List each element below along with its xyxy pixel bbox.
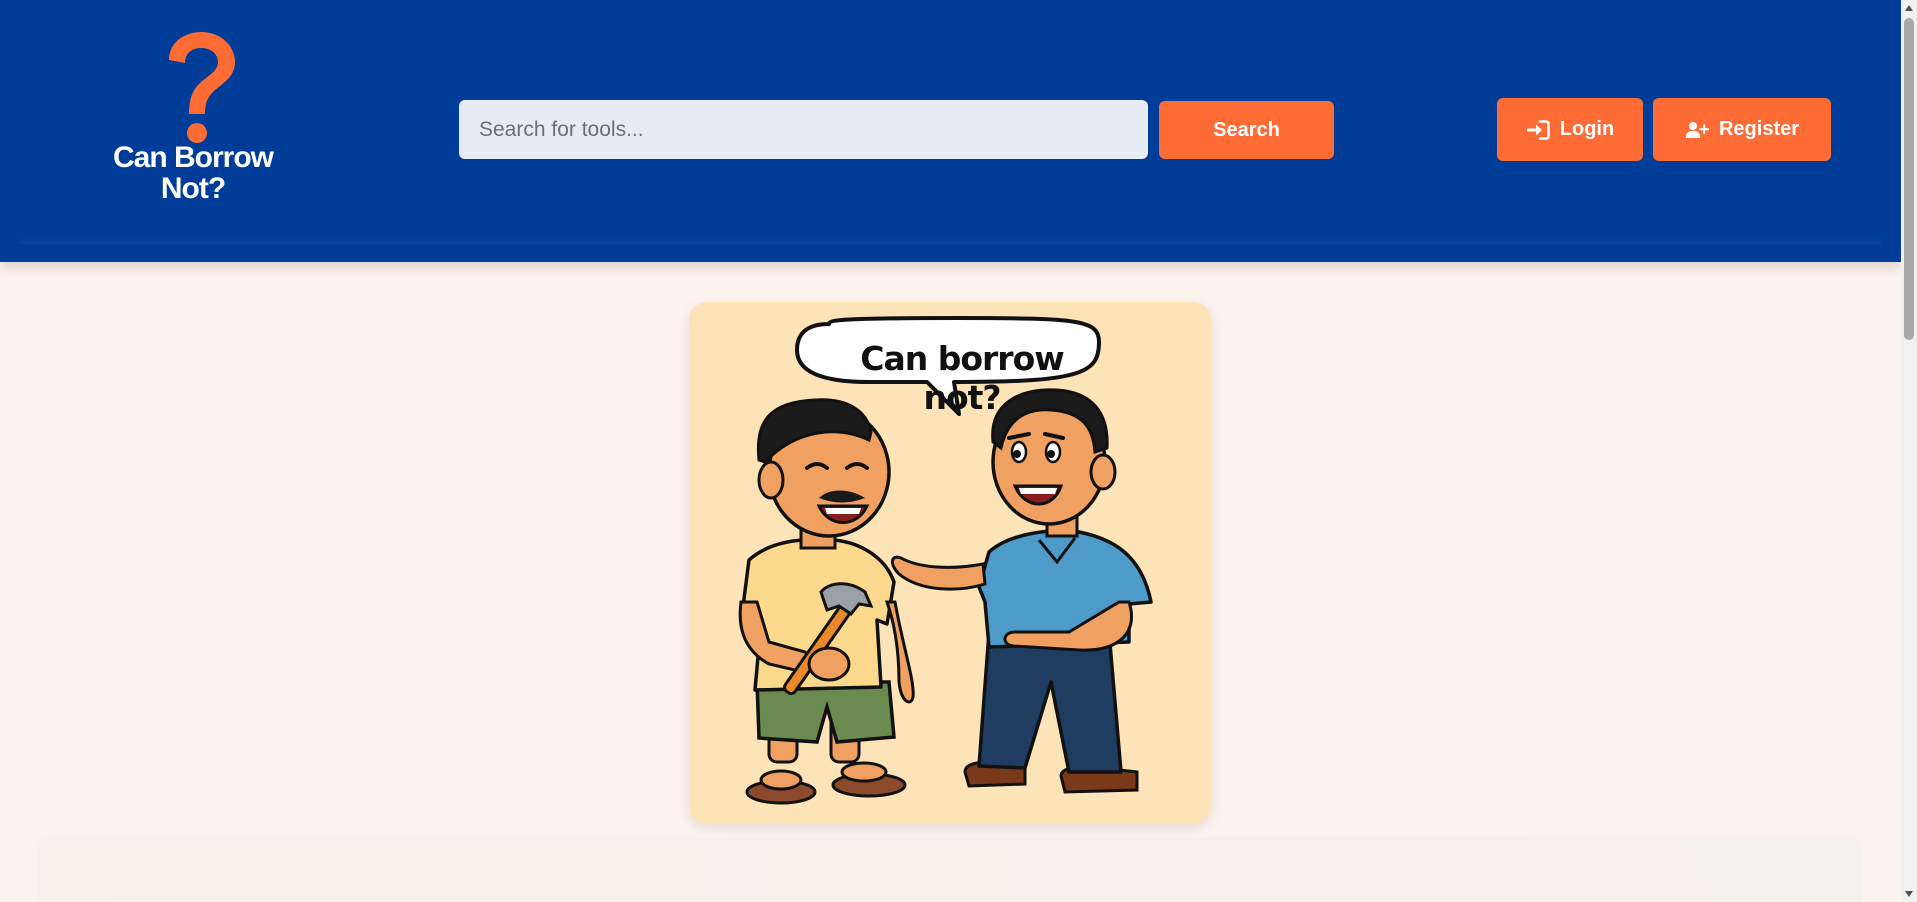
user-plus-icon [1685,121,1709,138]
scroll-thumb[interactable] [1904,18,1914,340]
register-button[interactable]: Register [1653,98,1831,161]
register-label: Register [1718,118,1800,140]
site-header: Can Borrow Not? Search Login Register [0,0,1901,262]
logo-line-1: Can Borrow [112,141,274,174]
site-logo[interactable]: Can Borrow Not? [100,30,286,210]
login-label: Login [1559,118,1615,140]
question-mark-icon [169,32,235,143]
hero-illustration: Can borrow not? [689,302,1211,824]
search-input[interactable] [459,100,1148,159]
login-button[interactable]: Login [1497,98,1643,161]
sign-in-icon [1526,119,1550,140]
scroll-up-arrow-icon[interactable] [1901,0,1917,16]
search-button-label: Search [1213,118,1280,141]
search-button[interactable]: Search [1159,101,1334,159]
logo-wordmark: Can Borrow Not? [100,142,286,204]
scroll-down-arrow-icon[interactable] [1901,886,1917,902]
content-panel [39,837,1861,902]
speech-bubble-text: Can borrow not? [860,339,1064,417]
logo-line-2: Not? [160,172,226,205]
page: Can Borrow Not? Search Login Register [0,0,1917,902]
vertical-scrollbar[interactable] [1901,0,1917,902]
